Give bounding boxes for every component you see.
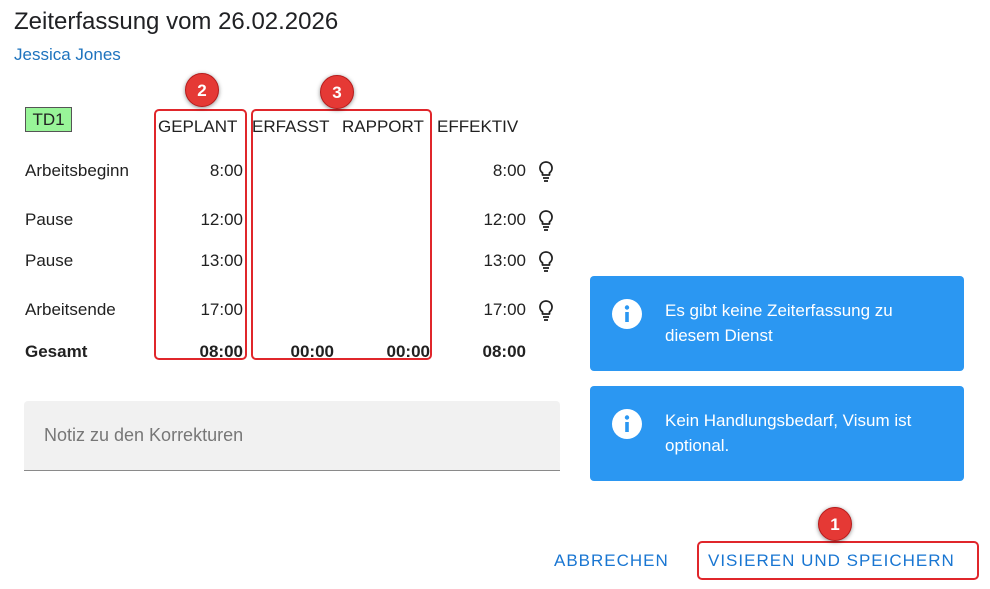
info-icon xyxy=(612,409,642,439)
row-label: Pause xyxy=(25,210,74,229)
info-message: Es gibt keine Zeiterfassung zu diesem Di… xyxy=(590,276,964,371)
lightbulb-icon[interactable] xyxy=(537,299,555,321)
page-title: Zeiterfassung vom 26.02.2026 xyxy=(14,8,339,35)
effective-time: 17:00 xyxy=(483,300,526,319)
effective-time: 13:00 xyxy=(483,251,526,270)
info-message: Kein Handlungsbedarf, Visum ist optional… xyxy=(590,386,964,481)
effective-time: 12:00 xyxy=(483,210,526,229)
column-header-effective: EFFEKTIV xyxy=(437,117,519,136)
lightbulb-icon[interactable] xyxy=(537,160,555,182)
info-text-line: Es gibt keine Zeiterfassung zu xyxy=(665,301,893,320)
effective-time: 8:00 xyxy=(492,161,526,180)
note-input[interactable] xyxy=(44,401,544,469)
info-text-line: diesem Dienst xyxy=(665,326,773,345)
annotation-badge-1: 1 xyxy=(818,507,852,541)
annotation-badge-3: 3 xyxy=(320,75,354,109)
employee-name: Jessica Jones xyxy=(14,45,121,64)
info-text-line: optional. xyxy=(665,436,730,455)
shift-tag: TD1 xyxy=(25,107,72,132)
info-icon xyxy=(612,299,642,329)
total-effective: 08:00 xyxy=(482,342,526,361)
lightbulb-icon[interactable] xyxy=(537,250,555,272)
row-label: Arbeitsbeginn xyxy=(25,161,129,180)
cancel-button[interactable]: ABBRECHEN xyxy=(554,551,669,571)
planned-column-highlight xyxy=(154,109,247,360)
note-field[interactable] xyxy=(24,401,560,471)
recorded-report-columns-highlight xyxy=(251,109,432,360)
row-label: Pause xyxy=(25,251,74,270)
row-label: Arbeitsende xyxy=(25,300,116,319)
lightbulb-icon[interactable] xyxy=(537,209,555,231)
annotation-badge-2: 2 xyxy=(185,73,219,107)
save-button[interactable]: VISIEREN UND SPEICHERN xyxy=(708,551,955,571)
total-label: Gesamt xyxy=(25,342,88,361)
info-text-line: Kein Handlungsbedarf, Visum ist xyxy=(665,411,912,430)
